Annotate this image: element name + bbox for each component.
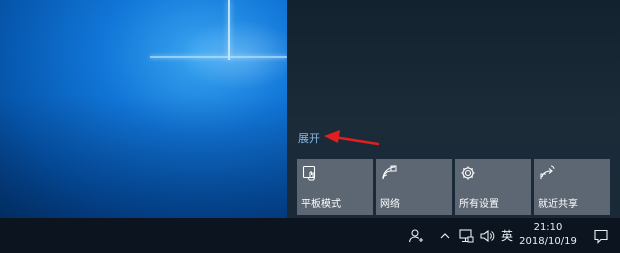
annotation-arrow bbox=[324, 130, 380, 146]
tile-label: 就近共享 bbox=[538, 199, 578, 210]
wallpaper-floor bbox=[0, 95, 287, 218]
tile-label: 网络 bbox=[380, 199, 400, 210]
tile-network[interactable]: 网络 bbox=[376, 159, 452, 215]
nearby-share-icon bbox=[540, 165, 555, 179]
network-icon bbox=[382, 165, 397, 180]
taskbar: 英 21:10 2018/10/19 bbox=[0, 218, 620, 253]
settings-gear-icon bbox=[461, 166, 475, 180]
people-button[interactable] bbox=[404, 218, 428, 253]
chevron-up-icon bbox=[440, 232, 450, 238]
wired-network-icon bbox=[459, 228, 474, 242]
clock[interactable]: 21:10 2018/10/19 bbox=[516, 218, 580, 253]
desktop-wallpaper bbox=[0, 0, 287, 218]
tile-nearby-share[interactable]: 就近共享 bbox=[534, 159, 610, 215]
tile-label: 所有设置 bbox=[459, 199, 499, 210]
wallpaper-light-edge bbox=[150, 56, 287, 58]
tile-tablet-mode[interactable]: 平板模式 bbox=[297, 159, 373, 215]
clock-time: 21:10 bbox=[533, 222, 563, 233]
expand-link[interactable]: 展开 bbox=[298, 130, 320, 146]
input-method-indicator[interactable]: 英 bbox=[498, 218, 516, 253]
speaker-icon bbox=[480, 229, 495, 242]
volume-tray-button[interactable] bbox=[477, 218, 497, 253]
wallpaper-light-beam bbox=[228, 0, 230, 60]
wallpaper-glow bbox=[180, 20, 287, 90]
notification-icon bbox=[594, 229, 608, 244]
tile-label: 平板模式 bbox=[301, 199, 341, 210]
people-icon bbox=[408, 228, 423, 242]
network-tray-button[interactable] bbox=[456, 218, 476, 253]
clock-date: 2018/10/19 bbox=[519, 236, 577, 247]
show-hidden-icons-button[interactable] bbox=[437, 218, 453, 253]
tile-all-settings[interactable]: 所有设置 bbox=[455, 159, 531, 215]
action-center-button[interactable] bbox=[582, 218, 620, 253]
tablet-mode-icon bbox=[302, 165, 316, 181]
